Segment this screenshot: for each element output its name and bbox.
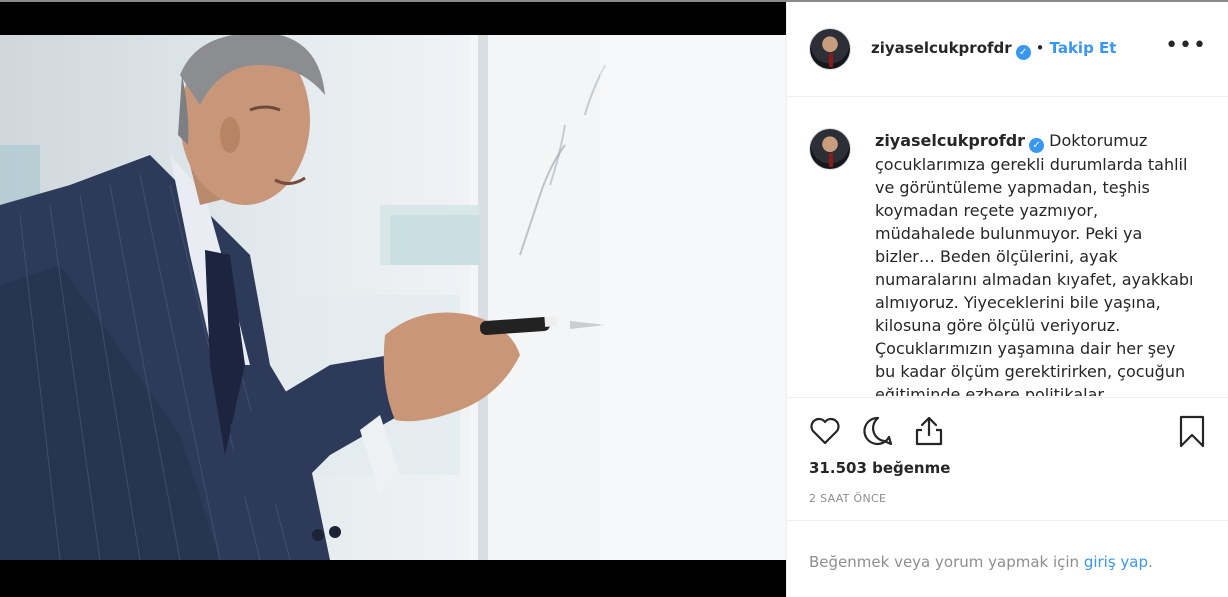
post-header: ziyaselcukprofdr ✓ • Takip Et ••• (787, 2, 1228, 97)
share-icon[interactable] (911, 413, 947, 449)
bookmark-icon[interactable] (1174, 413, 1210, 449)
caption-area: ziyaselcukprofdr ✓ Doktorumuz çocuklarımı… (787, 98, 1228, 396)
post-timestamp[interactable]: 2 SAAT ÖNCE (809, 492, 886, 505)
like-count[interactable]: 31.503 beğenme (809, 459, 950, 477)
photo-illustration (0, 35, 786, 560)
post-side-panel: ziyaselcukprofdr ✓ • Takip Et ••• ziyaselcu… (786, 2, 1228, 597)
heart-icon[interactable] (807, 413, 843, 449)
caption-username[interactable]: ziyaselcukprofdr (875, 131, 1025, 150)
separator-dot: • (1035, 39, 1045, 57)
follow-button[interactable]: Takip Et (1050, 39, 1117, 57)
comment-icon[interactable] (860, 413, 896, 449)
post-photo[interactable] (0, 35, 786, 560)
caption-avatar[interactable] (809, 128, 851, 170)
verified-badge-icon: ✓ (1015, 45, 1031, 60)
login-link[interactable]: giriş yap (1084, 553, 1148, 571)
header-username[interactable]: ziyaselcukprofdr (871, 39, 1012, 57)
verified-badge-icon: ✓ (1029, 138, 1045, 153)
header-user-line: ziyaselcukprofdr ✓ • Takip Et (871, 39, 1116, 60)
instagram-post: ziyaselcukprofdr ✓ • Takip Et ••• ziyaselcu… (0, 0, 1228, 597)
action-bar: 31.503 beğenme 2 SAAT ÖNCE (787, 397, 1228, 521)
more-options-icon[interactable]: ••• (1165, 35, 1207, 57)
caption-body: Doktorumuz çocuklarımıza gerekli durumla… (875, 131, 1194, 396)
login-suffix: . (1148, 553, 1153, 571)
login-prompt: Beğenmek veya yorum yapmak için giriş ya… (809, 553, 1153, 571)
post-media (0, 2, 786, 597)
caption: ziyaselcukprofdr ✓ Doktorumuz çocuklarımı… (875, 129, 1195, 396)
media-letterbox (0, 560, 786, 597)
avatar[interactable] (809, 28, 851, 70)
login-prefix: Beğenmek veya yorum yapmak için (809, 553, 1084, 571)
